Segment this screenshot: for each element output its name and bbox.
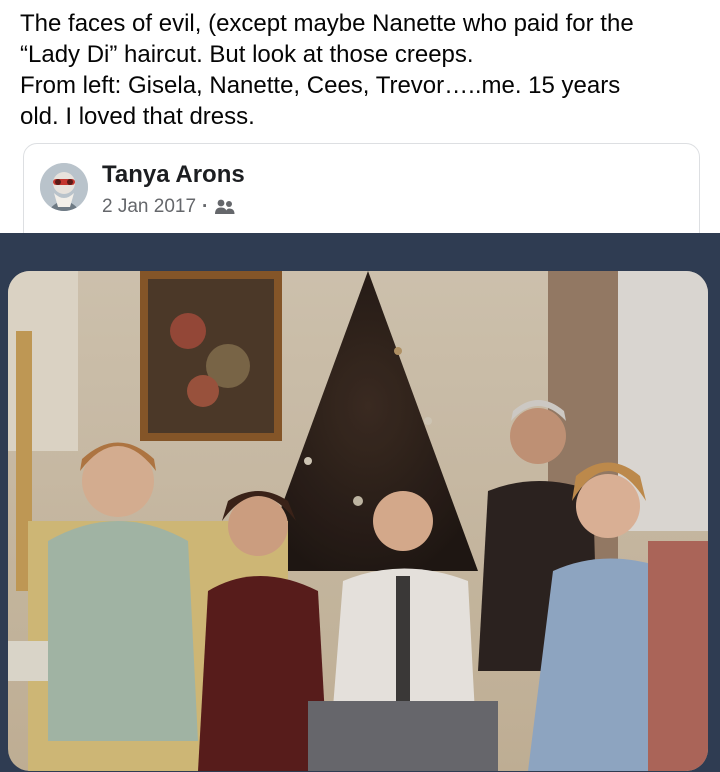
post-date[interactable]: 2 Jan 2017 [102,196,196,218]
friends-icon [214,198,236,216]
photo-frame [0,233,720,772]
post-caption: The faces of evil, (except maybe Nanette… [20,10,634,130]
author-name[interactable]: Tanya Arons [102,161,245,189]
author-avatar[interactable] [40,163,88,211]
meta-separator: · [202,196,209,217]
family-photo[interactable] [8,271,708,771]
